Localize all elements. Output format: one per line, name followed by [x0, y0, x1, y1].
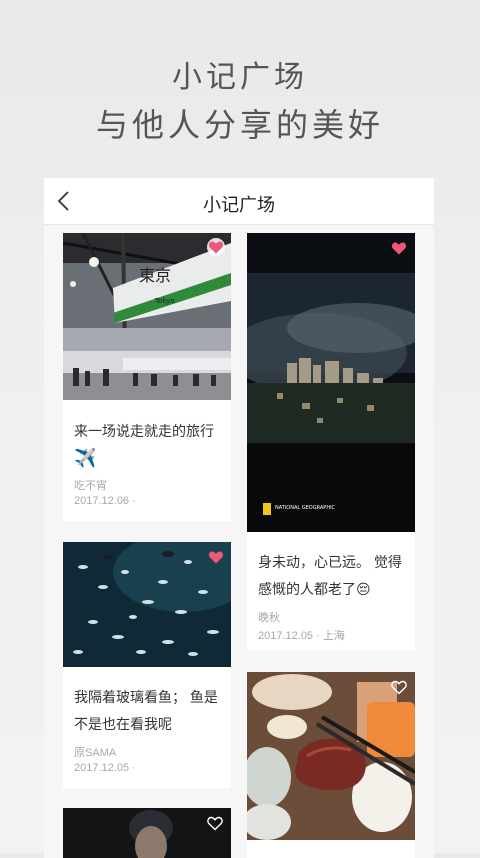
card-caption: 来一场说走就走的旅行	[74, 423, 214, 439]
village-photo: NATIONAL GEOGRAPHIC	[247, 233, 415, 532]
heart-outline-icon[interactable]	[206, 814, 224, 832]
heart-icon[interactable]	[207, 548, 225, 566]
aquarium-photo	[63, 542, 231, 667]
note-card-travel[interactable]: 東京 Tokyo 来一场说走就走的旅行 ✈️ 吃不宵 2017.12.06 ·	[63, 233, 231, 521]
note-card-village[interactable]: NATIONAL GEOGRAPHIC 身未动，心已远。 觉得 感慨的人都老了😔…	[247, 233, 415, 651]
card-meta: 2017.12.05 ·	[74, 762, 136, 774]
phone-screen: 小记广场 東京 Tokyo 来一场说走就走的旅行 ✈️ 吃不宵 2017.12.…	[44, 178, 434, 858]
station-sign-text: 東京	[139, 266, 171, 285]
note-card-portrait[interactable]	[63, 808, 231, 858]
page-title: 小记广场	[203, 195, 275, 215]
food-photo	[247, 672, 415, 840]
tokyo-station-photo: 東京 Tokyo	[63, 233, 231, 400]
note-card-food[interactable]	[247, 672, 415, 858]
airplane-emoji: ✈️	[74, 448, 97, 468]
navbar: 小记广场	[44, 178, 434, 225]
card-caption-text: 感慨的人都老了	[258, 581, 356, 597]
card-meta: 2017.12.05 · 上海	[258, 630, 345, 642]
note-card-fish[interactable]: 我隔着玻璃看鱼； 鱼是 不是也在看我呢 原SAMA 2017.12.05 ·	[63, 542, 231, 788]
promo-headline: 小记广场	[172, 61, 308, 94]
promo-subheadline: 与他人分享的美好	[95, 107, 384, 143]
heart-outline-icon[interactable]	[390, 678, 408, 696]
card-image	[63, 542, 231, 667]
card-caption-line2: 感慨的人都老了😔	[258, 576, 405, 603]
card-author: 原SAMA	[74, 747, 117, 759]
card-caption-line1: 我隔着玻璃看鱼； 鱼是	[74, 689, 218, 705]
card-caption-line2: 不是也在看我呢	[74, 716, 172, 732]
card-image	[63, 808, 231, 858]
card-meta: 2017.12.06 ·	[74, 495, 136, 507]
station-sign-subtext: Tokyo	[154, 297, 175, 305]
card-image	[247, 672, 415, 840]
card-image: 東京 Tokyo	[63, 233, 231, 400]
card-caption-line1: 身未动，心已远。 觉得	[258, 554, 402, 570]
card-author: 吃不宵	[74, 480, 107, 492]
pensive-emoji: 😔	[356, 581, 371, 597]
heart-icon[interactable]	[207, 238, 225, 256]
card-image: NATIONAL GEOGRAPHIC	[247, 233, 415, 532]
watermark-text: NATIONAL GEOGRAPHIC	[275, 505, 336, 511]
card-author: 晚秋	[258, 612, 280, 624]
heart-icon[interactable]	[390, 239, 408, 257]
